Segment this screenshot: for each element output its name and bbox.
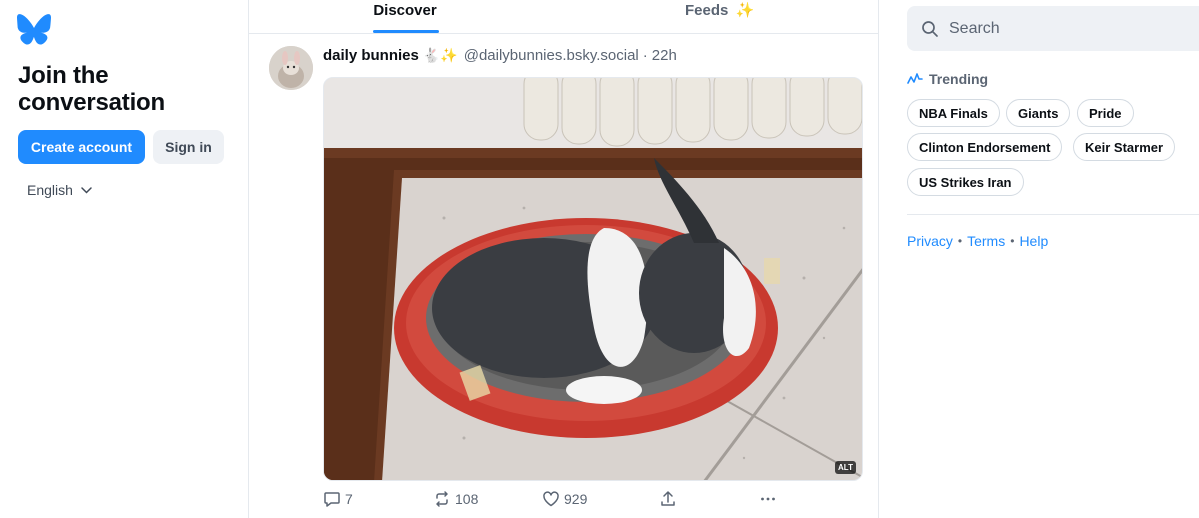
trending-heading: Trending — [907, 71, 988, 87]
like-count: 929 — [564, 491, 588, 507]
search-box[interactable] — [907, 6, 1199, 51]
heart-icon — [543, 491, 559, 507]
active-tab-indicator — [373, 30, 439, 33]
share-icon — [661, 491, 675, 506]
more-dots-icon — [761, 497, 775, 501]
reply-icon — [324, 492, 340, 507]
author-emojis: 🐇✨ — [422, 47, 458, 63]
avatar[interactable] — [269, 46, 313, 90]
tab-discover[interactable]: Discover — [371, 0, 439, 34]
alt-text-badge[interactable]: ALT — [835, 461, 856, 474]
sign-in-button[interactable]: Sign in — [153, 130, 224, 164]
trending-chip[interactable]: Clinton Endorsement — [907, 133, 1063, 161]
main-feed: Discover Feeds ✨ daily bunnies 🐇✨ @daily… — [248, 0, 879, 518]
feed-tabs: Discover Feeds ✨ — [249, 0, 879, 34]
right-sidebar: Trending NBA Finals Giants Pride Clinton… — [879, 0, 1199, 518]
left-sidebar: Join the conversation Create account Sig… — [0, 0, 248, 518]
repost-count: 108 — [455, 491, 479, 507]
more-options-button[interactable] — [759, 490, 777, 508]
post-actions: 7 108 929 — [323, 490, 863, 512]
bunny-photo — [324, 78, 862, 480]
language-select[interactable]: English — [27, 182, 92, 198]
sparkle-icon: ✨ — [735, 2, 755, 19]
share-button[interactable] — [659, 490, 677, 508]
trending-chip[interactable]: US Strikes Iran — [907, 168, 1024, 196]
post-handle[interactable]: @dailybunnies.bsky.social — [464, 47, 639, 64]
join-heading: Join the conversation — [18, 62, 165, 116]
trending-chip[interactable]: Pride — [1077, 99, 1134, 127]
tab-discover-label: Discover — [373, 2, 437, 19]
trending-chip[interactable]: NBA Finals — [907, 99, 1000, 127]
help-link[interactable]: Help — [1019, 233, 1048, 249]
like-button[interactable]: 929 — [542, 490, 587, 508]
trending-label: Trending — [929, 71, 989, 87]
butterfly-logo-icon[interactable] — [17, 14, 51, 45]
post-time[interactable]: 22h — [652, 47, 677, 64]
search-icon — [922, 20, 938, 37]
trending-chip[interactable]: Keir Starmer — [1073, 133, 1176, 161]
bunny-avatar-image — [269, 46, 313, 90]
trending-icon — [907, 73, 923, 84]
join-heading-line2: conversation — [18, 89, 165, 116]
language-label: English — [27, 182, 73, 198]
post-image[interactable]: ALT — [323, 77, 863, 481]
footer-separator: • — [957, 234, 963, 248]
tab-feeds[interactable]: Feeds ✨ — [685, 0, 754, 34]
chevron-down-icon — [81, 186, 92, 194]
tab-feeds-label: Feeds — [685, 2, 729, 19]
terms-link[interactable]: Terms — [967, 233, 1005, 249]
repost-icon — [436, 491, 448, 507]
footer-links: Privacy • Terms • Help — [907, 233, 1048, 249]
post[interactable]: daily bunnies 🐇✨ @dailybunnies.bsky.soci… — [249, 34, 879, 518]
privacy-link[interactable]: Privacy — [907, 233, 953, 249]
create-account-button[interactable]: Create account — [18, 130, 145, 164]
search-input[interactable] — [949, 19, 1169, 38]
footer-separator: • — [1010, 234, 1015, 248]
meta-separator: · — [642, 47, 648, 64]
reply-button[interactable]: 7 — [323, 490, 353, 508]
post-header: daily bunnies 🐇✨ @dailybunnies.bsky.soci… — [323, 47, 677, 64]
trending-chip[interactable]: Giants — [1006, 99, 1071, 127]
divider — [907, 214, 1199, 215]
post-author[interactable]: daily bunnies — [323, 47, 419, 64]
reply-count: 7 — [345, 491, 353, 507]
join-heading-line1: Join the — [18, 62, 109, 89]
repost-button[interactable]: 108 — [433, 490, 478, 508]
